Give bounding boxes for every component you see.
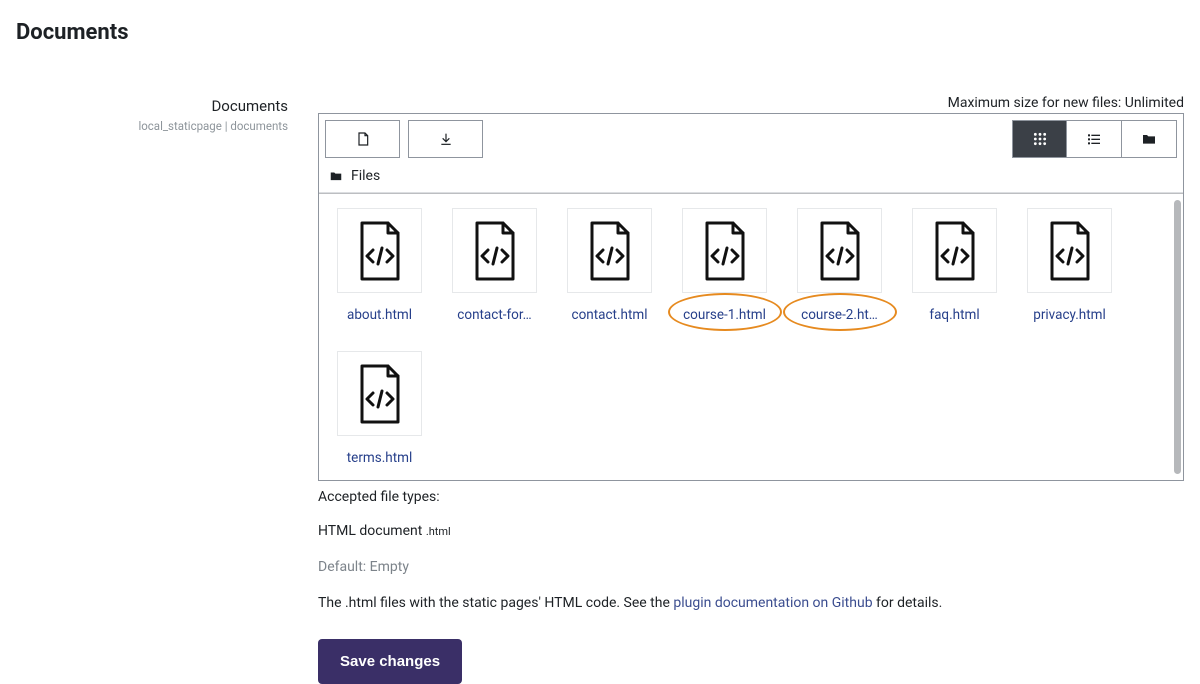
view-tree-button[interactable]	[1122, 120, 1177, 158]
file-item[interactable]: contact-for…	[452, 208, 537, 323]
file-item[interactable]: faq.html	[912, 208, 997, 323]
list-icon	[1086, 131, 1102, 147]
file-label: faq.html	[905, 307, 1005, 323]
accepted-type-row: HTML document .html	[318, 523, 1184, 539]
code-file-icon	[452, 208, 537, 293]
default-label: Default: Empty	[318, 559, 1184, 575]
file-item[interactable]: course-2.ht…	[797, 208, 882, 323]
file-label: contact-for…	[445, 307, 545, 323]
description-prefix: The .html files with the static pages' H…	[318, 595, 673, 611]
path-label: Files	[351, 168, 380, 184]
folder-fill-icon	[329, 169, 343, 183]
code-file-icon	[567, 208, 652, 293]
filepicker-toolbar	[319, 114, 1183, 164]
code-file-icon	[337, 351, 422, 436]
max-size-label: Maximum size for new files: Unlimited	[318, 95, 1184, 111]
code-file-icon	[1027, 208, 1112, 293]
file-label: about.html	[330, 307, 430, 323]
download-button[interactable]	[408, 120, 483, 158]
accepted-type-ext: .html	[426, 525, 451, 538]
code-file-icon	[337, 208, 422, 293]
file-label: contact.html	[560, 307, 660, 323]
file-grid: about.html contact-for… contact.html cou…	[319, 193, 1183, 480]
file-icon	[355, 131, 371, 147]
file-label: privacy.html	[1020, 307, 1120, 323]
code-file-icon	[912, 208, 997, 293]
download-icon	[438, 131, 454, 147]
view-list-button[interactable]	[1067, 120, 1122, 158]
breadcrumb[interactable]: Files	[319, 164, 1183, 193]
file-label: course-2.ht…	[790, 307, 890, 323]
file-label: terms.html	[330, 450, 430, 466]
file-label: course-1.html	[675, 307, 775, 323]
code-file-icon	[682, 208, 767, 293]
code-file-icon	[797, 208, 882, 293]
grid-icon	[1032, 131, 1048, 147]
accepted-type-name: HTML document	[318, 523, 422, 539]
plugin-doc-link[interactable]: plugin documentation on Github	[673, 595, 872, 611]
accepted-types-label: Accepted file types:	[318, 489, 1184, 505]
page-title: Documents	[16, 20, 1184, 45]
field-label: Documents	[16, 97, 288, 115]
folder-fill-icon	[1141, 131, 1157, 147]
file-item[interactable]: course-1.html	[682, 208, 767, 323]
field-sub: local_staticpage | documents	[16, 119, 288, 133]
scrollbar[interactable]	[1174, 200, 1181, 474]
file-item[interactable]: terms.html	[337, 351, 422, 466]
file-item[interactable]: privacy.html	[1027, 208, 1112, 323]
description-suffix: for details.	[873, 595, 943, 611]
file-item[interactable]: about.html	[337, 208, 422, 323]
add-file-button[interactable]	[325, 120, 400, 158]
save-button[interactable]: Save changes	[318, 639, 462, 684]
description: The .html files with the static pages' H…	[318, 595, 1184, 611]
view-grid-button[interactable]	[1012, 120, 1067, 158]
file-item[interactable]: contact.html	[567, 208, 652, 323]
file-picker: Files about.html contact-for… contact.ht…	[318, 113, 1184, 481]
